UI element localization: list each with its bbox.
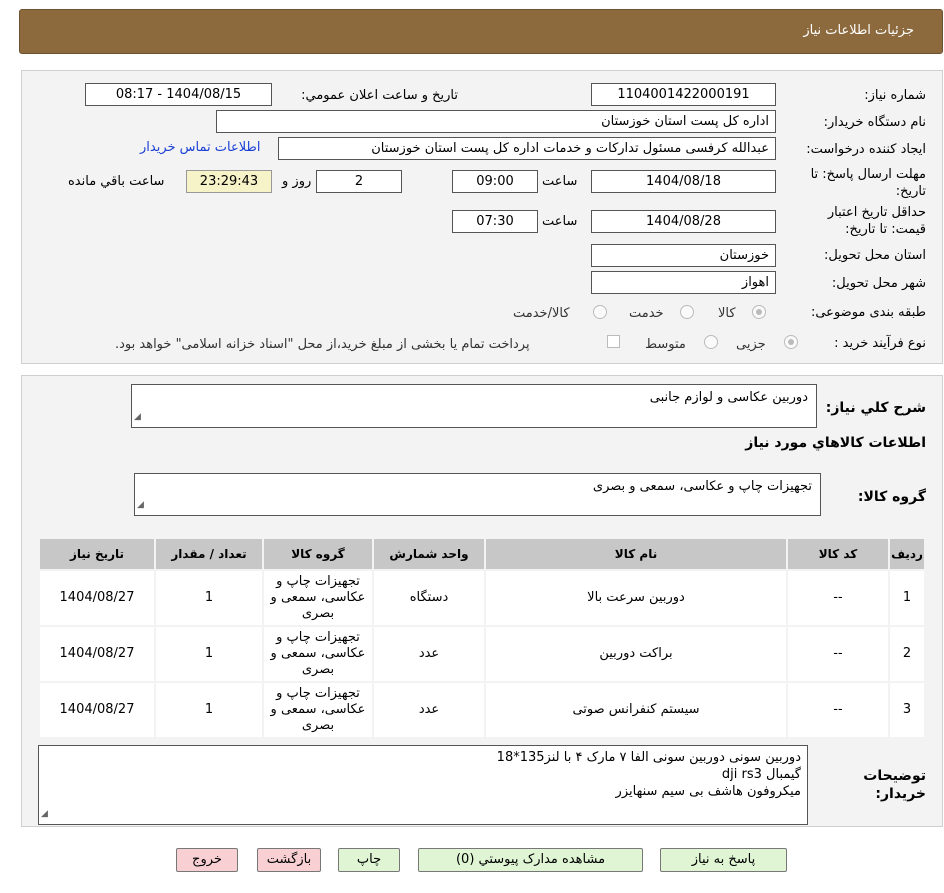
deadline-label-2: تاریخ: (895, 184, 926, 199)
remaining-days-field: 2 (316, 170, 402, 193)
cell-qty: 1 (156, 683, 262, 737)
cell-unit: دستگاه (374, 571, 484, 625)
table-header-row: ردیف کد کالا نام کالا واحد شمارش گروه کا… (40, 539, 924, 569)
col-qty: تعداد / مقدار (156, 539, 262, 569)
col-code: کد کالا (788, 539, 888, 569)
province-label: استان محل تحویل: (824, 248, 926, 263)
need-number-label: شماره نیاز: (864, 88, 926, 103)
creator-label: ایجاد کننده درخواست: (806, 142, 926, 157)
cell-code: -- (788, 627, 888, 681)
announce-field: 1404/08/15 - 08:17 (85, 83, 272, 106)
validity-label: حداقل تاریخ اعتبار (827, 205, 926, 220)
buyer-note-line: گیمبال dji rs3 (721, 767, 801, 782)
category-both-radio[interactable] (593, 305, 607, 319)
cell-group: تجهیزات چاپ و عکاسی، سمعی و بصری (264, 571, 372, 625)
goods-group-text: تجهیزات چاپ و عکاسی، سمعی و بصری (592, 479, 812, 494)
cell-date: 1404/08/27 (40, 683, 154, 737)
page-title: جزئیات اطلاعات نیاز (803, 23, 914, 38)
col-name: نام کالا (486, 539, 786, 569)
table-row: 1 -- دوربین سرعت بالا دستگاه تجهیزات چاپ… (40, 571, 924, 625)
process-minor-label: جزیی (736, 337, 766, 352)
validity-time-field: 07:30 (452, 210, 538, 233)
province-field: خوزستان (591, 244, 776, 267)
table-row: 3 -- سیستم کنفرانس صوتی عدد تجهیزات چاپ … (40, 683, 924, 737)
cell-name: سیستم کنفرانس صوتی (486, 683, 786, 737)
buyer-org-label: نام دستگاه خریدار: (823, 115, 926, 130)
buyer-note-line: دوربین سونی دوربین سونی الفا ۷ مارک ۴ با… (496, 750, 801, 765)
buyer-notes-textarea[interactable]: دوربین سونی دوربین سونی الفا ۷ مارک ۴ با… (38, 745, 808, 825)
col-date: تاریخ نیاز (40, 539, 154, 569)
validity-label-2: قیمت: تا تاریخ: (845, 222, 926, 237)
remaining-time-label: ساعت باقي مانده (68, 174, 165, 189)
resize-grip-icon[interactable]: ◢ (137, 497, 144, 514)
goods-table: ردیف کد کالا نام کالا واحد شمارش گروه کا… (38, 537, 926, 739)
cell-group: تجهیزات چاپ و عکاسی، سمعی و بصری (264, 627, 372, 681)
cell-date: 1404/08/27 (40, 571, 154, 625)
table-row: 2 -- براکت دوربین عدد تجهیزات چاپ و عکاس… (40, 627, 924, 681)
validity-date-field: 1404/08/28 (591, 210, 776, 233)
cell-unit: عدد (374, 627, 484, 681)
reply-button[interactable]: پاسخ به نیاز (660, 848, 787, 872)
buyer-notes-label: توضیحات (863, 768, 926, 784)
cell-name: دوربین سرعت بالا (486, 571, 786, 625)
deadline-label: مهلت ارسال پاسخ: تا (810, 167, 926, 182)
treasury-payment-checkbox[interactable] (607, 335, 620, 348)
deadline-date-field: 1404/08/18 (591, 170, 776, 193)
goods-info-title: اطلاعات کالاهاي مورد نیاز (745, 435, 926, 451)
buyer-org-field: اداره کل پست استان خوزستان (216, 110, 776, 133)
category-goods-radio[interactable] (752, 305, 766, 319)
resize-grip-icon[interactable]: ◢ (134, 409, 141, 426)
view-attachments-button[interactable]: مشاهده مدارک پیوستي (0) (418, 848, 643, 872)
cell-date: 1404/08/27 (40, 627, 154, 681)
cell-row: 3 (890, 683, 924, 737)
process-medium-label: متوسط (645, 337, 686, 352)
goods-group-label: گروه کالا: (857, 489, 926, 505)
cell-qty: 1 (156, 627, 262, 681)
process-minor-radio[interactable] (784, 335, 798, 349)
print-button[interactable]: چاپ (338, 848, 400, 872)
city-label: شهر محل تحویل: (831, 276, 926, 291)
need-number-field: 1104001422000191 (591, 83, 776, 106)
category-both-label: کالا/خدمت (513, 306, 570, 321)
city-field: اهواز (591, 271, 776, 294)
exit-button[interactable]: خروج (176, 848, 238, 872)
category-goods-label: کالا (718, 306, 736, 321)
col-group: گروه کالا (264, 539, 372, 569)
treasury-payment-note: پرداخت تمام یا بخشی از مبلغ خرید،از محل … (115, 337, 530, 352)
goods-group-textarea[interactable]: تجهیزات چاپ و عکاسی، سمعی و بصری ◢ (134, 473, 821, 516)
cell-group: تجهیزات چاپ و عکاسی، سمعی و بصری (264, 683, 372, 737)
cell-code: -- (788, 683, 888, 737)
cell-unit: عدد (374, 683, 484, 737)
cell-row: 2 (890, 627, 924, 681)
validity-time-label: ساعت (542, 214, 578, 229)
summary-textarea[interactable]: دوربین عکاسی و لوازم جانبی ◢ (131, 384, 817, 428)
col-row: ردیف (890, 539, 924, 569)
deadline-time-label: ساعت (542, 174, 578, 189)
deadline-time-field: 09:00 (452, 170, 538, 193)
category-label: طبقه بندی موضوعی: (810, 305, 926, 320)
cell-name: براکت دوربین (486, 627, 786, 681)
cell-qty: 1 (156, 571, 262, 625)
days-label: روز و (282, 174, 312, 189)
buyer-contact-link[interactable]: اطلاعات تماس خریدار (140, 140, 260, 155)
buyer-notes-label-2: خریدار: (875, 786, 926, 802)
col-unit: واحد شمارش (374, 539, 484, 569)
resize-grip-icon[interactable]: ◢ (41, 806, 48, 823)
process-medium-radio[interactable] (704, 335, 718, 349)
category-service-label: خدمت (629, 306, 664, 321)
process-label: نوع فرآیند خرید : (834, 336, 926, 351)
page-header: جزئیات اطلاعات نیاز (19, 9, 943, 54)
remaining-time-field: 23:29:43 (186, 170, 272, 193)
buyer-note-line: میکروفون هاشف بی سیم سنهایزر (615, 784, 801, 799)
category-service-radio[interactable] (680, 305, 694, 319)
summary-text: دوربین عکاسی و لوازم جانبی (649, 390, 808, 405)
summary-label: شرح کلي نیاز: (825, 400, 926, 416)
back-button[interactable]: بازگشت (257, 848, 321, 872)
creator-field: عبدالله کرفسی مسئول تداركات و خدمات ادار… (278, 137, 776, 160)
cell-code: -- (788, 571, 888, 625)
announce-label: تاریخ و ساعت اعلان عمومي: (301, 88, 458, 103)
cell-row: 1 (890, 571, 924, 625)
